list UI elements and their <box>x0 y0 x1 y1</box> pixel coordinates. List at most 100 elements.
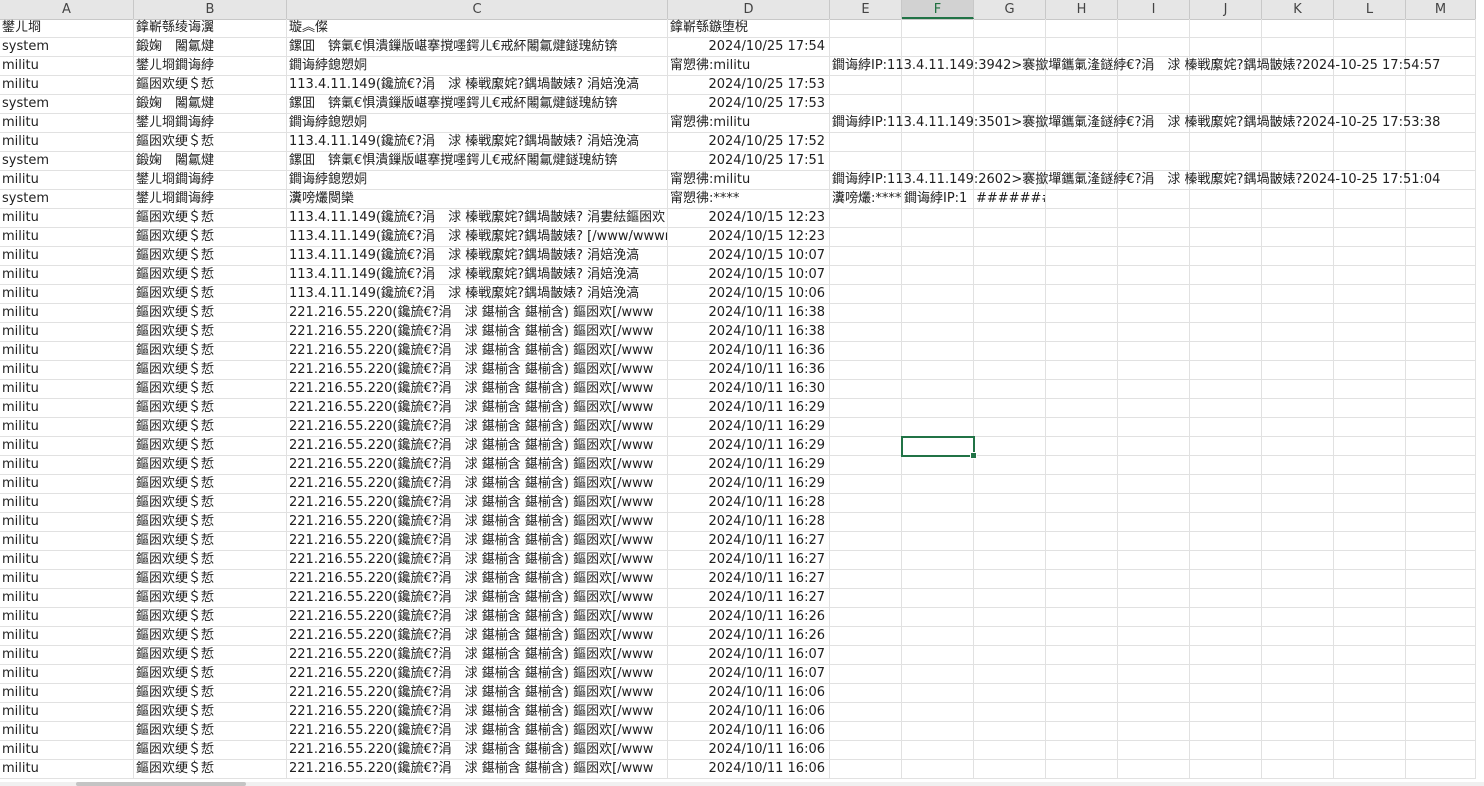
cell-f38[interactable] <box>902 722 974 741</box>
cell-a22[interactable]: militu <box>0 418 134 437</box>
cell-j12[interactable] <box>1190 228 1262 247</box>
cell-c23[interactable]: 221.216.55.220(鑱旈€?涓 浗 鍖椾含 鍖椾含) 鏂囦欢[/www <box>287 437 668 456</box>
cell-k2[interactable] <box>1262 38 1334 57</box>
cell-e3[interactable]: 鐧诲綍IP:113.4.11.149:3942>褰撳墠鑴氭湰鐩綍€?涓 浗 榛戦… <box>830 57 1440 76</box>
cell-e1[interactable] <box>830 19 902 38</box>
cell-c7[interactable]: 113.4.11.149(鑱旈€?涓 浗 榛戦緳姹?鍝堝皵婊? 涓婄浼滈 <box>287 133 668 152</box>
cell-i24[interactable] <box>1118 456 1190 475</box>
cell-b30[interactable]: 鏂囦欢绠＄悊 <box>134 570 287 589</box>
cell-d5[interactable]: 2024/10/25 17:53 <box>668 95 830 114</box>
cell-c29[interactable]: 221.216.55.220(鑱旈€?涓 浗 鍖椾含 鍖椾含) 鏂囦欢[/www <box>287 551 668 570</box>
cell-k33[interactable] <box>1262 627 1334 646</box>
cell-b23[interactable]: 鏂囦欢绠＄悊 <box>134 437 287 456</box>
cell-k5[interactable] <box>1262 95 1334 114</box>
cell-i32[interactable] <box>1118 608 1190 627</box>
cell-c39[interactable]: 221.216.55.220(鑱旈€?涓 浗 鍖椾含 鍖椾含) 鏂囦欢[/www <box>287 741 668 760</box>
cell-h20[interactable] <box>1046 380 1118 399</box>
cell-l28[interactable] <box>1334 532 1406 551</box>
cell-a24[interactable]: militu <box>0 456 134 475</box>
cell-g11[interactable] <box>974 209 1046 228</box>
cell-d38[interactable]: 2024/10/11 16:06 <box>668 722 830 741</box>
cell-j35[interactable] <box>1190 665 1262 684</box>
cell-c34[interactable]: 221.216.55.220(鑱旈€?涓 浗 鍖椾含 鍖椾含) 鏂囦欢[/www <box>287 646 668 665</box>
cell-l39[interactable] <box>1334 741 1406 760</box>
cell-k39[interactable] <box>1262 741 1334 760</box>
cell-k34[interactable] <box>1262 646 1334 665</box>
cell-h5[interactable] <box>1046 95 1118 114</box>
cell-d4[interactable]: 2024/10/25 17:53 <box>668 76 830 95</box>
cell-i1[interactable] <box>1118 19 1190 38</box>
cell-a38[interactable]: militu <box>0 722 134 741</box>
cell-b21[interactable]: 鏂囦欢绠＄悊 <box>134 399 287 418</box>
cell-i11[interactable] <box>1118 209 1190 228</box>
cell-g14[interactable] <box>974 266 1046 285</box>
cell-c19[interactable]: 221.216.55.220(鑱旈€?涓 浗 鍖椾含 鍖椾含) 鏂囦欢[/www <box>287 361 668 380</box>
cell-g35[interactable] <box>974 665 1046 684</box>
cell-b14[interactable]: 鏂囦欢绠＄悊 <box>134 266 287 285</box>
cell-a20[interactable]: militu <box>0 380 134 399</box>
cell-i5[interactable] <box>1118 95 1190 114</box>
cell-c11[interactable]: 113.4.11.149(鑱旈€?涓 浗 榛戦緳姹?鍝堝皵婊? 涓婁紶鏂囦欢 <box>287 209 668 228</box>
cell-b13[interactable]: 鏂囦欢绠＄悊 <box>134 247 287 266</box>
cell-d6[interactable]: 甯愬彿:militu <box>668 114 830 133</box>
cell-g12[interactable] <box>974 228 1046 247</box>
cell-i29[interactable] <box>1118 551 1190 570</box>
cell-h1[interactable] <box>1046 19 1118 38</box>
cell-j10[interactable] <box>1190 190 1262 209</box>
cell-f39[interactable] <box>902 741 974 760</box>
cell-c26[interactable]: 221.216.55.220(鑱旈€?涓 浗 鍖椾含 鍖椾含) 鏂囦欢[/www <box>287 494 668 513</box>
cell-l22[interactable] <box>1334 418 1406 437</box>
cell-a10[interactable]: system <box>0 190 134 209</box>
cell-m8[interactable] <box>1406 152 1476 171</box>
cell-g29[interactable] <box>974 551 1046 570</box>
cell-f33[interactable] <box>902 627 974 646</box>
cell-g40[interactable] <box>974 760 1046 779</box>
cell-m10[interactable] <box>1406 190 1476 209</box>
cell-e14[interactable] <box>830 266 902 285</box>
cell-m20[interactable] <box>1406 380 1476 399</box>
cell-a34[interactable]: militu <box>0 646 134 665</box>
cell-c14[interactable]: 113.4.11.149(鑱旈€?涓 浗 榛戦緳姹?鍝堝皵婊? 涓婄浼滈 <box>287 266 668 285</box>
cell-c38[interactable]: 221.216.55.220(鑱旈€?涓 浗 鍖椾含 鍖椾含) 鏂囦欢[/www <box>287 722 668 741</box>
cell-d30[interactable]: 2024/10/11 16:27 <box>668 570 830 589</box>
cell-e15[interactable] <box>830 285 902 304</box>
cell-f11[interactable] <box>902 209 974 228</box>
cell-b24[interactable]: 鏂囦欢绠＄悊 <box>134 456 287 475</box>
cell-k28[interactable] <box>1262 532 1334 551</box>
cell-a27[interactable]: militu <box>0 513 134 532</box>
cell-a31[interactable]: militu <box>0 589 134 608</box>
cell-k12[interactable] <box>1262 228 1334 247</box>
cell-a32[interactable]: militu <box>0 608 134 627</box>
cell-b3[interactable]: 鐢ㄦ埛鐧诲綍 <box>134 57 287 76</box>
cell-h38[interactable] <box>1046 722 1118 741</box>
cell-f4[interactable] <box>902 76 974 95</box>
cell-a14[interactable]: militu <box>0 266 134 285</box>
cell-f5[interactable] <box>902 95 974 114</box>
cell-l11[interactable] <box>1334 209 1406 228</box>
cell-i36[interactable] <box>1118 684 1190 703</box>
cell-h32[interactable] <box>1046 608 1118 627</box>
cell-c8[interactable]: 鏍囬 锛氭€惧潰鏁版嵁搴撹嚜鍔ㄦ€戒紑闂氱煡鐩瑰紡锛 <box>287 152 668 171</box>
cell-b1[interactable]: 鎿嶄綔绫诲瀷 <box>134 19 287 38</box>
cell-e30[interactable] <box>830 570 902 589</box>
cell-d3[interactable]: 甯愬彿:militu <box>668 57 830 76</box>
cell-b12[interactable]: 鏂囦欢绠＄悊 <box>134 228 287 247</box>
cell-d39[interactable]: 2024/10/11 16:06 <box>668 741 830 760</box>
cell-d21[interactable]: 2024/10/11 16:29 <box>668 399 830 418</box>
cell-a19[interactable]: militu <box>0 361 134 380</box>
cell-m14[interactable] <box>1406 266 1476 285</box>
column-header-m[interactable]: M <box>1406 0 1476 19</box>
cell-e28[interactable] <box>830 532 902 551</box>
cell-g7[interactable] <box>974 133 1046 152</box>
cell-m22[interactable] <box>1406 418 1476 437</box>
cell-l29[interactable] <box>1334 551 1406 570</box>
cell-c25[interactable]: 221.216.55.220(鑱旈€?涓 浗 鍖椾含 鍖椾含) 鏂囦欢[/www <box>287 475 668 494</box>
cell-g33[interactable] <box>974 627 1046 646</box>
cell-a15[interactable]: militu <box>0 285 134 304</box>
cell-g2[interactable] <box>974 38 1046 57</box>
cell-l31[interactable] <box>1334 589 1406 608</box>
cell-d10[interactable]: 甯愬彿:**** <box>668 190 830 209</box>
cell-f18[interactable] <box>902 342 974 361</box>
cell-b17[interactable]: 鏂囦欢绠＄悊 <box>134 323 287 342</box>
cell-k4[interactable] <box>1262 76 1334 95</box>
